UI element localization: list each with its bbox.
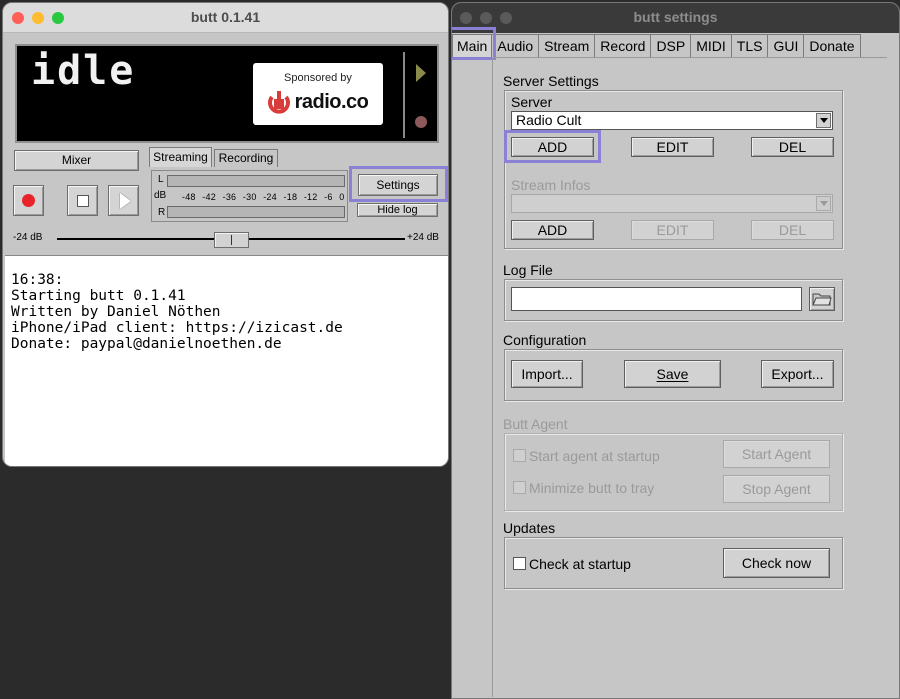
window-controls	[12, 12, 64, 24]
export-button[interactable]: Export...	[761, 360, 834, 388]
sponsor-banner[interactable]: Sponsored by radio.co	[253, 63, 383, 125]
display-divider	[403, 52, 405, 138]
stream-infos-edit-button[interactable]: EDIT	[631, 220, 714, 240]
tab-midi[interactable]: MIDI	[690, 34, 732, 58]
minimize-window-button[interactable]	[32, 12, 44, 24]
settings-window-controls	[460, 12, 512, 24]
tab-recording[interactable]: Recording	[214, 149, 278, 167]
minimize-tray-label: Minimize butt to tray	[529, 480, 654, 496]
server-label: Server	[511, 94, 552, 110]
check-at-startup-checkbox[interactable]	[513, 557, 526, 570]
tab-audio[interactable]: Audio	[491, 34, 539, 58]
stream-infos-add-button[interactable]: ADD	[511, 220, 594, 240]
minimize-tray-checkbox[interactable]	[513, 481, 526, 494]
log-file-input[interactable]	[511, 287, 802, 311]
log-line: Starting butt 0.1.41	[11, 288, 442, 304]
start-agent-startup-checkbox[interactable]	[513, 449, 526, 462]
log-line: Donate: paypal@danielnoethen.de	[11, 336, 442, 352]
butt-agent-title: Butt Agent	[503, 416, 568, 432]
record-button[interactable]	[13, 185, 44, 216]
tab-gui[interactable]: GUI	[767, 34, 804, 58]
log-file-title: Log File	[503, 262, 553, 278]
server-settings-title: Server Settings	[503, 73, 599, 89]
settings-tab-bar: Main Audio Stream Record DSP MIDI TLS GU…	[452, 34, 860, 58]
play-button[interactable]	[108, 185, 139, 216]
start-agent-startup-label: Start agent at startup	[529, 448, 660, 464]
hide-log-button[interactable]: Hide log	[357, 203, 438, 217]
zoom-window-button[interactable]	[52, 12, 64, 24]
stream-infos-del-button[interactable]: DEL	[751, 220, 834, 240]
close-window-button[interactable]	[460, 12, 472, 24]
gain-slider-thumb[interactable]	[214, 232, 249, 248]
server-add-button[interactable]: ADD	[511, 137, 594, 157]
gain-max-label: +24 dB	[407, 232, 439, 243]
browse-button[interactable]	[809, 287, 835, 311]
stream-infos-select[interactable]	[511, 194, 833, 213]
save-button[interactable]: Save	[624, 360, 721, 388]
log-line: 16:38:	[11, 272, 442, 288]
settings-titlebar[interactable]: butt settings	[452, 3, 899, 33]
meter-left-label: L	[158, 174, 164, 185]
server-select[interactable]: Radio Cult	[511, 111, 833, 130]
tab-tls[interactable]: TLS	[731, 34, 769, 58]
start-agent-button[interactable]: Start Agent	[723, 440, 830, 468]
stop-button[interactable]	[67, 185, 98, 216]
settings-button[interactable]: Settings	[358, 174, 438, 196]
tab-record[interactable]: Record	[594, 34, 651, 58]
butt-settings-window: butt settings Main Audio Stream Record D…	[451, 2, 900, 699]
import-button[interactable]: Import...	[511, 360, 583, 388]
stream-infos-label: Stream Infos	[511, 177, 590, 193]
minimize-window-button[interactable]	[480, 12, 492, 24]
tab-dsp[interactable]: DSP	[650, 34, 691, 58]
meter-left-bar	[167, 175, 345, 187]
check-at-startup-label: Check at startup	[529, 556, 631, 572]
chevron-down-icon	[816, 113, 831, 128]
zoom-window-button[interactable]	[500, 12, 512, 24]
butt-main-window: butt 0.1.41 idle Sponsored by radio.co M…	[2, 2, 449, 467]
sponsor-caption: Sponsored by	[253, 72, 383, 84]
vu-meter: L dB R -48 -42 -36 -30 -24 -18 -12 -6 0	[151, 170, 348, 222]
server-del-button[interactable]: DEL	[751, 137, 834, 157]
sponsor-brand: radio.co	[295, 91, 369, 114]
server-edit-button[interactable]: EDIT	[631, 137, 714, 157]
check-now-button[interactable]: Check now	[723, 548, 830, 578]
main-titlebar[interactable]: butt 0.1.41	[3, 3, 448, 33]
server-select-value: Radio Cult	[516, 112, 581, 128]
settings-window-title: butt settings	[634, 9, 718, 25]
log-line: iPhone/iPad client: https://izicast.de	[11, 320, 442, 336]
configuration-title: Configuration	[503, 332, 586, 348]
log-pane[interactable]: 16:38:Starting butt 0.1.41Written by Dan…	[5, 255, 448, 466]
status-text: idle	[31, 48, 135, 94]
tab-streaming[interactable]: Streaming	[149, 147, 212, 167]
mixer-button[interactable]: Mixer	[14, 150, 139, 171]
gain-min-label: -24 dB	[13, 232, 42, 243]
radioco-logo-icon	[268, 89, 290, 115]
meter-right-bar	[167, 206, 345, 218]
play-indicator-icon	[416, 64, 426, 82]
record-indicator-icon	[415, 116, 427, 128]
close-window-button[interactable]	[12, 12, 24, 24]
tab-stream[interactable]: Stream	[538, 34, 595, 58]
stop-icon	[77, 195, 89, 207]
log-line: Written by Daniel Nöthen	[11, 304, 442, 320]
meter-db-label: dB	[154, 190, 166, 201]
status-display: idle Sponsored by radio.co	[15, 44, 439, 143]
record-icon	[22, 194, 35, 207]
main-window-title: butt 0.1.41	[191, 9, 260, 25]
meter-right-label: R	[158, 207, 165, 218]
updates-title: Updates	[503, 520, 555, 536]
folder-icon	[812, 291, 832, 307]
tab-main[interactable]: Main	[452, 34, 492, 58]
meter-scale: -48 -42 -36 -30 -24 -18 -12 -6 0	[182, 192, 344, 202]
tab-donate[interactable]: Donate	[803, 34, 860, 58]
chevron-down-icon	[816, 196, 831, 211]
stop-agent-button[interactable]: Stop Agent	[723, 475, 830, 503]
play-icon	[120, 193, 131, 209]
